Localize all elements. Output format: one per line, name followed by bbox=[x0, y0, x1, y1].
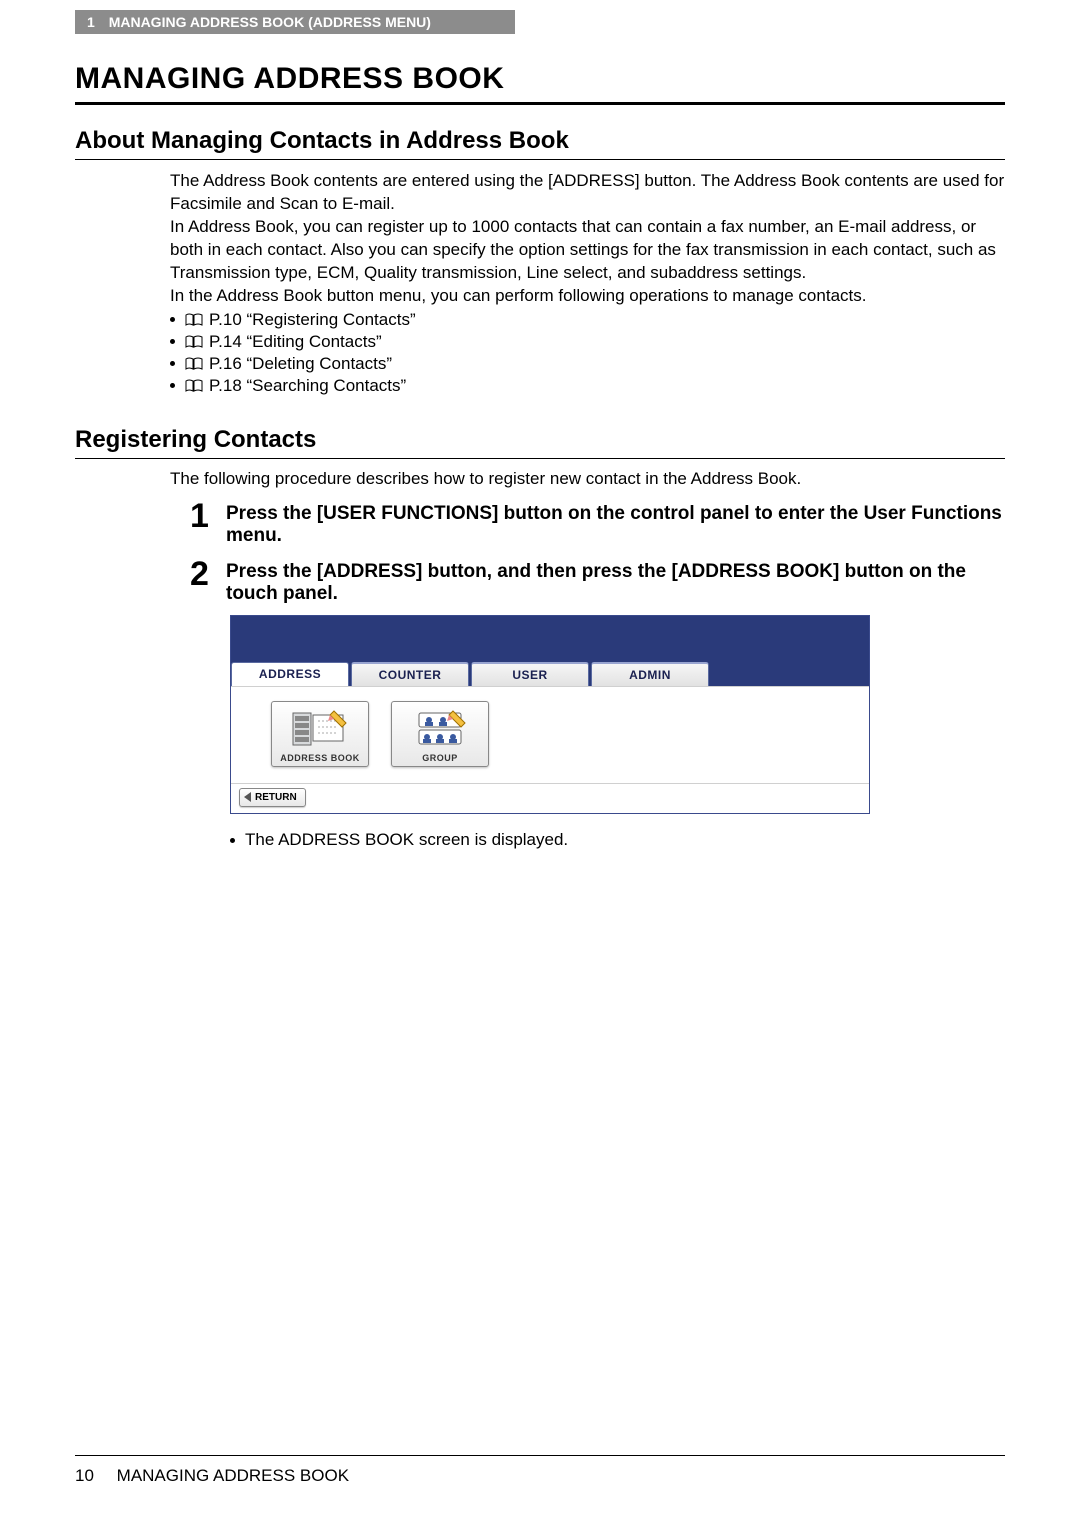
bullet-icon bbox=[170, 317, 175, 322]
tab-user[interactable]: USER bbox=[471, 662, 589, 686]
book-icon bbox=[185, 335, 203, 349]
chapter-title: MANAGING ADDRESS BOOK (ADDRESS MENU) bbox=[109, 14, 431, 30]
tab-row: ADDRESS COUNTER USER ADMIN bbox=[231, 662, 869, 686]
bullet-icon bbox=[170, 339, 175, 344]
step-number: 1 bbox=[190, 499, 226, 547]
button-label: GROUP bbox=[422, 753, 458, 763]
body-text: The Address Book contents are entered us… bbox=[170, 170, 1005, 308]
note-text: The ADDRESS BOOK screen is displayed. bbox=[245, 830, 568, 850]
reference-links: P.10 “Registering Contacts” P.14 “Editin… bbox=[170, 310, 1005, 396]
paragraph: The Address Book contents are entered us… bbox=[170, 170, 1005, 216]
section-heading-registering: Registering Contacts bbox=[75, 426, 1005, 459]
return-button[interactable]: RETURN bbox=[239, 788, 306, 807]
link-text[interactable]: P.16 “Deleting Contacts” bbox=[209, 354, 392, 374]
step-text: Press the [ADDRESS] button, and then pre… bbox=[226, 557, 1005, 605]
page-footer: 10 MANAGING ADDRESS BOOK bbox=[75, 1455, 1005, 1486]
page-title: MANAGING ADDRESS BOOK bbox=[75, 62, 1005, 105]
list-item: P.18 “Searching Contacts” bbox=[170, 376, 1005, 396]
bullet-icon bbox=[170, 361, 175, 366]
tab-address[interactable]: ADDRESS bbox=[231, 662, 349, 686]
panel-header bbox=[231, 616, 869, 662]
button-label: ADDRESS BOOK bbox=[280, 753, 360, 763]
group-button[interactable]: GROUP bbox=[391, 701, 489, 767]
address-book-icon bbox=[290, 702, 350, 753]
list-item: P.14 “Editing Contacts” bbox=[170, 332, 1005, 352]
intro-text: The following procedure describes how to… bbox=[170, 469, 1005, 489]
step-number: 2 bbox=[190, 557, 226, 605]
touch-panel-screenshot: ADDRESS COUNTER USER ADMIN bbox=[230, 615, 870, 815]
link-text[interactable]: P.10 “Registering Contacts” bbox=[209, 310, 416, 330]
back-arrow-icon bbox=[244, 792, 251, 802]
link-text[interactable]: P.18 “Searching Contacts” bbox=[209, 376, 406, 396]
tab-admin[interactable]: ADMIN bbox=[591, 662, 709, 686]
step-text: Press the [USER FUNCTIONS] button on the… bbox=[226, 499, 1005, 547]
chapter-number: 1 bbox=[87, 14, 95, 30]
link-text[interactable]: P.14 “Editing Contacts” bbox=[209, 332, 382, 352]
bullet-icon bbox=[170, 383, 175, 388]
return-label: RETURN bbox=[255, 792, 297, 803]
chapter-header: 1 MANAGING ADDRESS BOOK (ADDRESS MENU) bbox=[75, 10, 515, 34]
book-icon bbox=[185, 357, 203, 371]
paragraph: In Address Book, you can register up to … bbox=[170, 216, 1005, 285]
group-icon bbox=[413, 702, 467, 753]
section-heading-about: About Managing Contacts in Address Book bbox=[75, 127, 1005, 160]
tab-counter[interactable]: COUNTER bbox=[351, 662, 469, 686]
list-item: P.10 “Registering Contacts” bbox=[170, 310, 1005, 330]
list-item: P.16 “Deleting Contacts” bbox=[170, 354, 1005, 374]
paragraph: In the Address Book button menu, you can… bbox=[170, 285, 1005, 308]
return-row: RETURN bbox=[231, 783, 869, 814]
step-1: 1 Press the [USER FUNCTIONS] button on t… bbox=[190, 499, 1005, 547]
book-icon bbox=[185, 379, 203, 393]
panel-body: ADDRESS BOOK bbox=[231, 686, 869, 783]
page-number: 10 bbox=[75, 1466, 94, 1485]
after-note: The ADDRESS BOOK screen is displayed. bbox=[230, 830, 1005, 850]
address-book-button[interactable]: ADDRESS BOOK bbox=[271, 701, 369, 767]
step-2: 2 Press the [ADDRESS] button, and then p… bbox=[190, 557, 1005, 605]
footer-title: MANAGING ADDRESS BOOK bbox=[117, 1466, 349, 1485]
bullet-icon bbox=[230, 838, 235, 843]
book-icon bbox=[185, 313, 203, 327]
